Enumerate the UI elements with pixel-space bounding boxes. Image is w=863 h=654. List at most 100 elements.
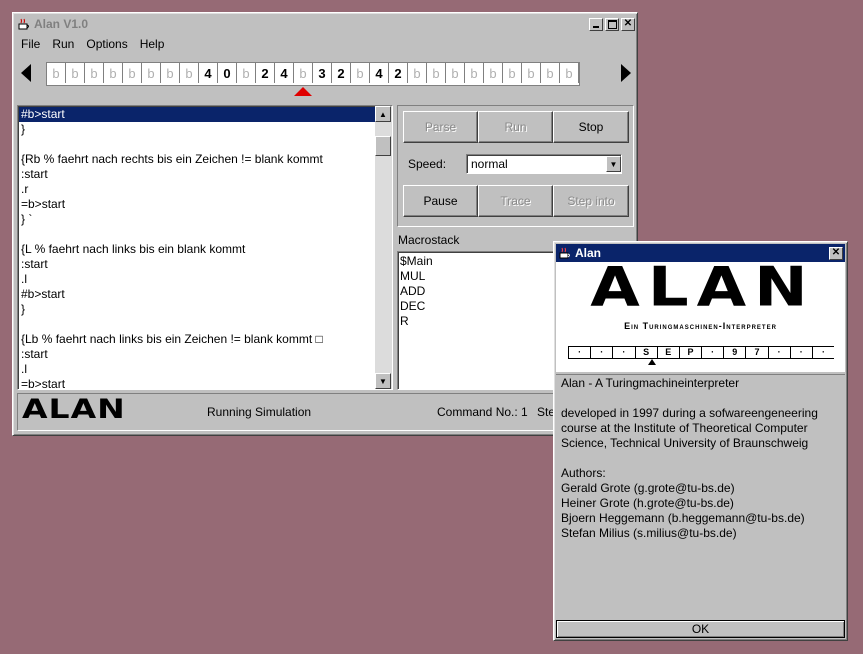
code-line: .l — [21, 362, 27, 376]
speed-dropdown-button[interactable]: ▼ — [606, 156, 621, 172]
about-text: Alan - A Turingmachineinterpreter develop… — [556, 374, 845, 620]
code-scrollbar[interactable]: ▲ ▼ — [375, 106, 392, 389]
logo-tape-cell: · — [590, 347, 612, 358]
menu-run[interactable]: Run — [52, 37, 74, 55]
logo-tape-cell: · — [568, 347, 590, 358]
stop-button[interactable]: Stop — [553, 111, 629, 143]
tape-cell: b — [465, 63, 484, 83]
tape-cell: b — [560, 63, 579, 83]
tape-left-arrow-icon[interactable] — [21, 64, 31, 82]
tape-cell: 4 — [199, 63, 218, 83]
logo-tape-cell: · — [811, 347, 834, 358]
tape-right-arrow-icon[interactable] — [621, 64, 631, 82]
tape-cell: b — [446, 63, 465, 83]
tape-cell: 4 — [275, 63, 294, 83]
pause-button[interactable]: Pause — [403, 185, 478, 217]
tape-cell: 2 — [389, 63, 408, 83]
ok-button[interactable]: OK — [556, 620, 845, 638]
about-line: Alan - A Turingmachineinterpreter — [561, 376, 740, 390]
close-icon: ✕ — [623, 18, 633, 29]
logo-tape-cell: P — [678, 347, 701, 358]
menubar: File Run Options Help — [21, 37, 176, 55]
tape-cell: 3 — [313, 63, 332, 83]
menu-file[interactable]: File — [21, 37, 40, 55]
about-line: course at the Institute of Theoretical C… — [561, 421, 808, 435]
tape-cell: b — [294, 63, 313, 83]
status-logo: ALAN — [22, 393, 126, 425]
macrostack-label: Macrostack — [398, 233, 460, 247]
logo-tape-cell: · — [767, 347, 790, 358]
tape-cell: b — [47, 63, 66, 83]
tape-cell: 4 — [370, 63, 389, 83]
logo-tape-cell: · — [701, 347, 723, 358]
maximize-button[interactable] — [605, 17, 619, 31]
code-line: #b>start — [21, 287, 65, 301]
about-logo-panel: ALAN Ein Turingmaschinen-Interpreter · · ·… — [556, 256, 845, 372]
code-line: } — [21, 122, 26, 136]
tape-cell: b — [66, 63, 85, 83]
logo-tape-cell: · — [789, 347, 812, 358]
tape-head-marker-icon — [294, 87, 312, 96]
speed-select[interactable]: normal ▼ — [466, 154, 622, 174]
trace-button[interactable]: Trace — [478, 185, 553, 217]
minimize-button[interactable] — [589, 17, 603, 31]
scroll-down-icon: ▼ — [379, 376, 387, 386]
logo-tape-cell: 7 — [745, 347, 767, 358]
menu-help[interactable]: Help — [140, 37, 165, 55]
speed-label: Speed: — [408, 157, 447, 171]
code-line: .l — [21, 272, 27, 286]
code-editor[interactable]: #b>start} {Rb % faehrt nach rechts bis ei… — [17, 105, 393, 390]
tape-cell: b — [541, 63, 560, 83]
about-logo-subtitle: Ein Turingmaschinen-Interpreter — [624, 321, 777, 331]
about-logo-text: ALAN — [590, 256, 816, 319]
scroll-up-button[interactable]: ▲ — [375, 106, 391, 122]
about-line: Heiner Grote (h.grote@tu-bs.de) — [561, 496, 734, 510]
tape-cell: 2 — [332, 63, 351, 83]
logo-tape-cell: · — [612, 347, 634, 358]
about-line: Gerald Grote (g.grote@tu-bs.de) — [561, 481, 735, 495]
about-logo-head-icon — [648, 359, 656, 365]
about-line — [556, 451, 845, 466]
scroll-thumb[interactable] — [375, 136, 391, 156]
tape-cell: b — [484, 63, 503, 83]
tape-cell: b — [142, 63, 161, 83]
java-cup-icon — [18, 18, 29, 30]
about-line: Stefan Milius (s.milius@tu-bs.de) — [561, 526, 737, 540]
turing-tape: bbbbbbbb40b24b32b42bbbbbbbbb — [46, 62, 580, 86]
speed-value: normal — [471, 157, 508, 171]
scroll-up-icon: ▲ — [379, 109, 387, 119]
tape-cell: b — [237, 63, 256, 83]
tape-cell: b — [351, 63, 370, 83]
code-line: :start — [21, 257, 48, 271]
status-state: Running Simulation — [207, 405, 312, 419]
minimize-icon — [593, 25, 599, 28]
about-line: Bjoern Heggemann (b.heggemann@tu-bs.de) — [561, 511, 805, 525]
scroll-down-button[interactable]: ▼ — [375, 373, 391, 389]
logo-tape-cell: 9 — [723, 347, 745, 358]
code-line: =b>start — [21, 197, 66, 211]
about-line: Authors: — [561, 466, 606, 480]
code-line: } — [21, 302, 26, 316]
tape-cell: 2 — [256, 63, 275, 83]
about-line: developed in 1997 during a sofwareengene… — [561, 406, 818, 420]
logo-tape-cell: E — [656, 347, 679, 358]
code-line: :start — [21, 347, 48, 361]
step-into-button[interactable]: Step into — [553, 185, 629, 217]
code-line: {Rb % faehrt nach rechts bis ein Zeichen… — [21, 152, 323, 166]
code-line: {L % faehrt nach links bis ein blank kom… — [21, 242, 246, 256]
parse-button[interactable]: Parse — [403, 111, 478, 143]
run-button[interactable]: Run — [478, 111, 553, 143]
code-lines: #b>start} {Rb % faehrt nach rechts bis ei… — [19, 107, 375, 389]
code-line: {Lb % faehrt nach links bis ein Zeichen … — [21, 332, 323, 346]
tape-cell: b — [123, 63, 142, 83]
code-line: :start — [21, 167, 48, 181]
code-line: } ` — [21, 212, 33, 226]
main-titlebar[interactable]: Alan V1.0 ✕ — [15, 15, 635, 33]
menu-options[interactable]: Options — [86, 37, 127, 55]
tape-cell: b — [522, 63, 541, 83]
chevron-down-icon: ▼ — [609, 159, 618, 169]
close-button[interactable]: ✕ — [621, 17, 635, 31]
